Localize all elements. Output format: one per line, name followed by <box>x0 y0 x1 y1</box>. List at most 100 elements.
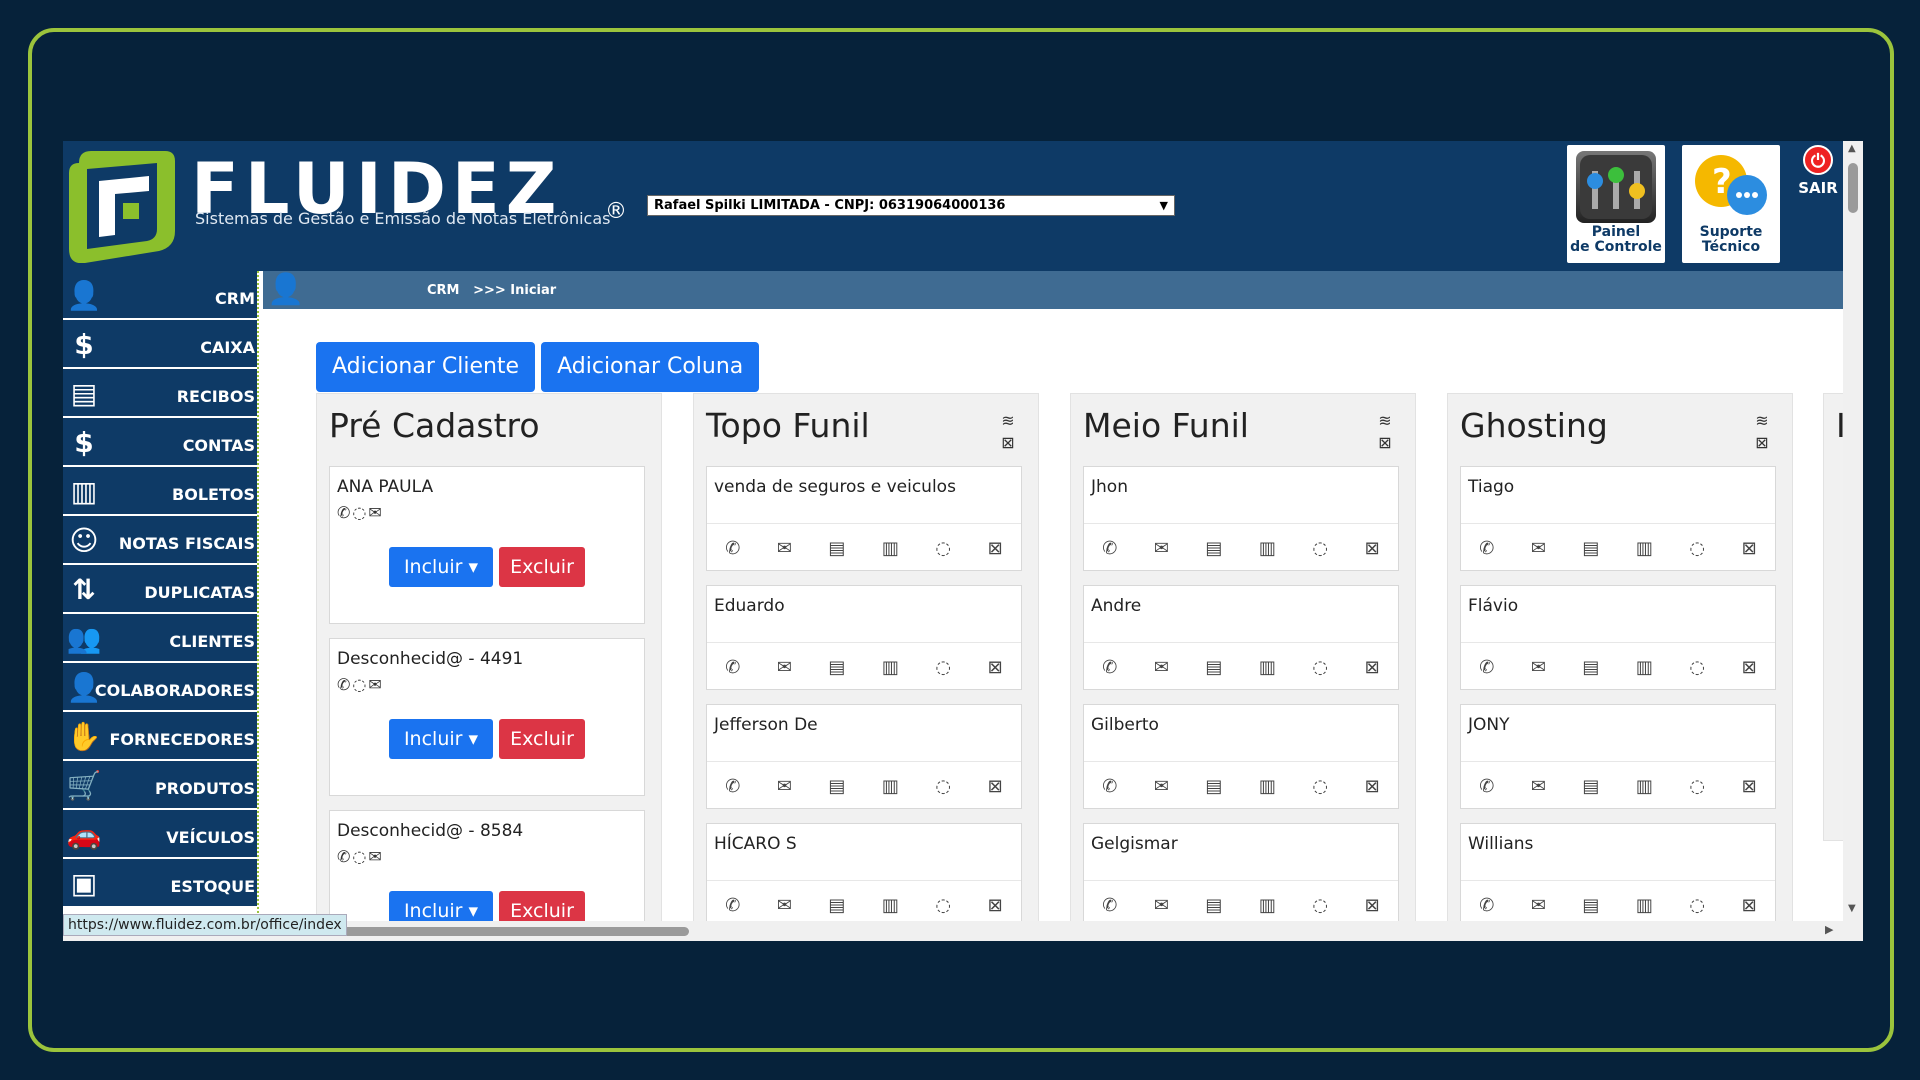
close-icon[interactable]: ⊠ <box>1742 538 1757 559</box>
notes-icon[interactable]: ▤ <box>1582 538 1599 559</box>
close-column-icon[interactable]: ⊠ <box>1375 432 1395 454</box>
close-icon[interactable]: ⊠ <box>988 895 1003 916</box>
incluir-dropdown-button[interactable]: Incluir ▾ <box>389 719 493 759</box>
columns-icon[interactable]: ▥ <box>1259 657 1276 678</box>
scroll-thumb[interactable] <box>339 927 689 936</box>
chat-icon[interactable]: ◌ <box>1312 895 1328 916</box>
whatsapp-icon[interactable]: ✆ <box>725 776 740 797</box>
notes-icon[interactable]: ▤ <box>828 776 845 797</box>
notes-icon[interactable]: ▤ <box>828 895 845 916</box>
lead-card[interactable]: Jefferson De ✆ ✉ ▤ ▥ ◌ ⊠ <box>706 704 1022 809</box>
whatsapp-icon[interactable]: ✆ <box>337 503 352 522</box>
vertical-scrollbar[interactable]: ▲ ▼ <box>1843 141 1863 941</box>
lead-card[interactable]: Gilberto ✆ ✉ ▤ ▥ ◌ ⊠ <box>1083 704 1399 809</box>
sidebar-item-caixa[interactable]: $ CAIXA <box>63 320 257 369</box>
close-column-icon[interactable]: ⊠ <box>1752 432 1772 454</box>
layers-icon[interactable]: ≋ <box>1752 410 1772 432</box>
lead-card[interactable]: Flávio ✆ ✉ ▤ ▥ ◌ ⊠ <box>1460 585 1776 690</box>
notes-icon[interactable]: ▤ <box>1205 776 1222 797</box>
close-icon[interactable]: ⊠ <box>1742 895 1757 916</box>
whatsapp-icon[interactable]: ✆ <box>1479 895 1494 916</box>
lead-card[interactable]: Tiago ✆ ✉ ▤ ▥ ◌ ⊠ <box>1460 466 1776 571</box>
email-icon[interactable]: ✉ <box>368 847 383 866</box>
whatsapp-icon[interactable]: ✆ <box>1479 776 1494 797</box>
columns-icon[interactable]: ▥ <box>1636 776 1653 797</box>
sidebar-item-recibos[interactable]: ▤ RECIBOS <box>63 369 257 418</box>
whatsapp-icon[interactable]: ✆ <box>1102 657 1117 678</box>
email-icon[interactable]: ✉ <box>777 895 792 916</box>
excluir-button[interactable]: Excluir <box>499 547 585 587</box>
sidebar-item-crm[interactable]: 👤 CRM <box>63 271 257 320</box>
chat-icon[interactable]: ◌ <box>1689 776 1705 797</box>
sidebar-item-contas[interactable]: $ CONTAS <box>63 418 257 467</box>
lead-card[interactable]: Andre ✆ ✉ ▤ ▥ ◌ ⊠ <box>1083 585 1399 690</box>
notes-icon[interactable]: ▤ <box>1205 538 1222 559</box>
email-icon[interactable]: ✉ <box>777 776 792 797</box>
email-icon[interactable]: ✉ <box>1154 538 1169 559</box>
notes-icon[interactable]: ▤ <box>1205 657 1222 678</box>
email-icon[interactable]: ✉ <box>1531 538 1546 559</box>
whatsapp-icon[interactable]: ✆ <box>725 895 740 916</box>
scroll-thumb[interactable] <box>1848 163 1858 213</box>
notes-icon[interactable]: ▤ <box>1582 776 1599 797</box>
company-select[interactable]: Rafael Spilki LIMITADA - CNPJ: 063190640… <box>647 195 1175 216</box>
chat-icon[interactable]: ◌ <box>1312 776 1328 797</box>
sidebar-item-veiculos[interactable]: 🚗 VEÍCULOS <box>63 810 257 859</box>
sidebar-item-clientes[interactable]: 👥 CLIENTES <box>63 614 257 663</box>
close-column-icon[interactable]: ⊠ <box>998 432 1018 454</box>
email-icon[interactable]: ✉ <box>777 657 792 678</box>
close-icon[interactable]: ⊠ <box>1365 538 1380 559</box>
layers-icon[interactable]: ≋ <box>1375 410 1395 432</box>
chat-icon[interactable]: ◌ <box>935 895 951 916</box>
sidebar-item-fornecedores[interactable]: ✋ FORNECEDORES <box>63 712 257 761</box>
whatsapp-icon[interactable]: ✆ <box>1102 538 1117 559</box>
sidebar-item-notas-fiscais[interactable]: ☺ NOTAS FISCAIS <box>63 516 257 565</box>
excluir-button[interactable]: Excluir <box>499 719 585 759</box>
columns-icon[interactable]: ▥ <box>1259 776 1276 797</box>
whatsapp-icon[interactable]: ✆ <box>1479 657 1494 678</box>
close-icon[interactable]: ⊠ <box>988 538 1003 559</box>
lead-card[interactable]: Eduardo ✆ ✉ ▤ ▥ ◌ ⊠ <box>706 585 1022 690</box>
lead-card[interactable]: ANA PAULA ✆◌✉ Incluir ▾ Excluir <box>329 466 645 624</box>
email-icon[interactable]: ✉ <box>1154 657 1169 678</box>
lead-card[interactable]: Willians ✆ ✉ ▤ ▥ ◌ ⊠ <box>1460 823 1776 928</box>
chat-icon[interactable]: ◌ <box>352 675 368 694</box>
columns-icon[interactable]: ▥ <box>1636 538 1653 559</box>
columns-icon[interactable]: ▥ <box>882 776 899 797</box>
notes-icon[interactable]: ▤ <box>828 538 845 559</box>
sidebar-item-produtos[interactable]: 🛒 PRODUTOS <box>63 761 257 810</box>
lead-card[interactable]: Jhon ✆ ✉ ▤ ▥ ◌ ⊠ <box>1083 466 1399 571</box>
whatsapp-icon[interactable]: ✆ <box>725 657 740 678</box>
chat-icon[interactable]: ◌ <box>352 847 368 866</box>
scroll-down-icon[interactable]: ▼ <box>1848 903 1856 914</box>
sidebar-item-duplicatas[interactable]: ⇅ DUPLICATAS <box>63 565 257 614</box>
lead-card[interactable]: JONY ✆ ✉ ▤ ▥ ◌ ⊠ <box>1460 704 1776 809</box>
chat-icon[interactable]: ◌ <box>935 776 951 797</box>
sair-button[interactable]: ⏻ SAIR <box>1793 145 1843 197</box>
chat-icon[interactable]: ◌ <box>1689 895 1705 916</box>
whatsapp-icon[interactable]: ✆ <box>1102 776 1117 797</box>
close-icon[interactable]: ⊠ <box>1365 657 1380 678</box>
columns-icon[interactable]: ▥ <box>882 538 899 559</box>
columns-icon[interactable]: ▥ <box>1636 895 1653 916</box>
chat-icon[interactable]: ◌ <box>935 538 951 559</box>
close-icon[interactable]: ⊠ <box>988 657 1003 678</box>
columns-icon[interactable]: ▥ <box>1259 538 1276 559</box>
lead-card[interactable]: Gelgismar ✆ ✉ ▤ ▥ ◌ ⊠ <box>1083 823 1399 928</box>
chat-icon[interactable]: ◌ <box>1312 657 1328 678</box>
close-icon[interactable]: ⊠ <box>1742 776 1757 797</box>
notes-icon[interactable]: ▤ <box>1582 657 1599 678</box>
columns-icon[interactable]: ▥ <box>1259 895 1276 916</box>
notes-icon[interactable]: ▤ <box>828 657 845 678</box>
chat-icon[interactable]: ◌ <box>1689 657 1705 678</box>
email-icon[interactable]: ✉ <box>1154 776 1169 797</box>
columns-icon[interactable]: ▥ <box>882 657 899 678</box>
scroll-up-icon[interactable]: ▲ <box>1848 143 1856 154</box>
close-icon[interactable]: ⊠ <box>1365 895 1380 916</box>
painel-controle-button[interactable]: Painel de Controle <box>1565 143 1667 265</box>
scroll-right-icon[interactable]: ▶ <box>1825 923 1833 936</box>
close-icon[interactable]: ⊠ <box>988 776 1003 797</box>
close-icon[interactable]: ⊠ <box>1742 657 1757 678</box>
email-icon[interactable]: ✉ <box>1531 657 1546 678</box>
chat-icon[interactable]: ◌ <box>352 503 368 522</box>
